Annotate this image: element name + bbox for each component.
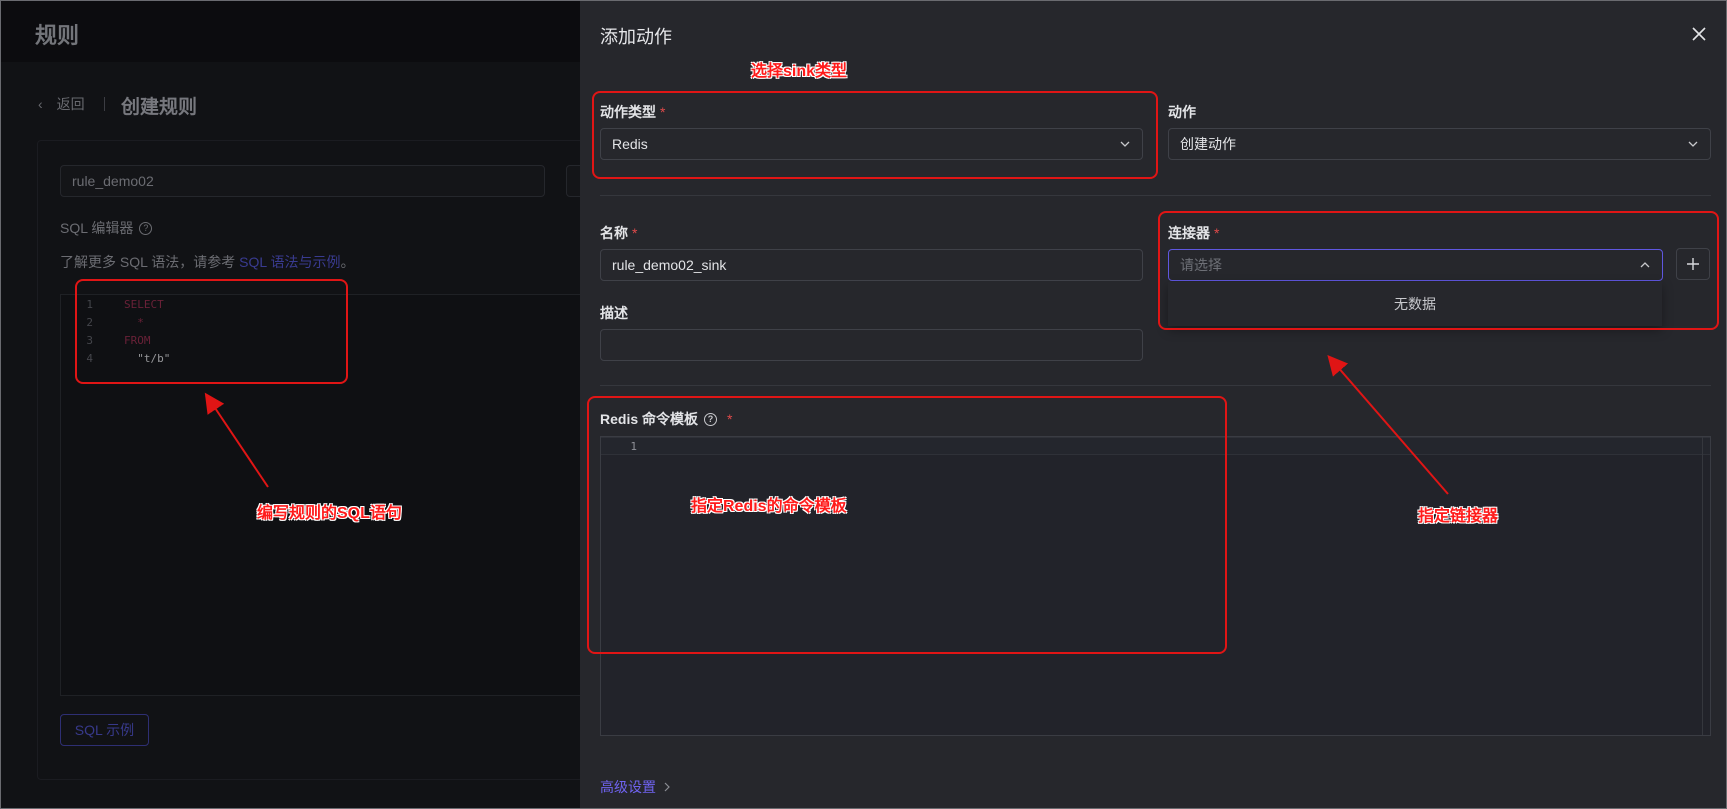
modal-overlay[interactable] (0, 0, 580, 809)
chevron-down-icon (1688, 141, 1698, 147)
action-value: 创建动作 (1180, 136, 1236, 152)
required-mark: * (632, 225, 638, 241)
annotation-box-action-type (592, 91, 1158, 179)
action-label: 动作 (1168, 104, 1196, 120)
annotation-write-sql: 编写规则的SQL语句 (257, 505, 402, 522)
chevron-right-icon (664, 782, 670, 792)
name-label-text: 名称 (600, 225, 628, 241)
annotation-box-redis-template (587, 396, 1227, 654)
name-label: 名称 * (600, 223, 637, 243)
section-divider (600, 195, 1711, 196)
annotation-box-connector (1158, 211, 1719, 330)
advanced-settings-link[interactable]: 高级设置 (600, 777, 672, 797)
annotation-connector: 指定链接器 (1418, 508, 1499, 525)
description-label: 描述 (600, 305, 628, 321)
scrollbar[interactable] (1702, 437, 1710, 735)
name-input[interactable]: rule_demo02_sink (600, 249, 1143, 281)
name-value: rule_demo02_sink (612, 257, 727, 273)
annotation-redis-template: 指定Redis的命令模板 (691, 498, 847, 515)
annotation-box-sql (75, 279, 348, 384)
action-select[interactable]: 创建动作 (1168, 128, 1711, 160)
advanced-settings-label: 高级设置 (600, 779, 656, 795)
annotation-select-sink-type: 选择sink类型 (751, 63, 848, 80)
description-input[interactable] (600, 329, 1143, 361)
section-divider (600, 385, 1711, 386)
drawer-title: 添加动作 (600, 27, 672, 47)
close-icon[interactable] (1689, 24, 1709, 44)
